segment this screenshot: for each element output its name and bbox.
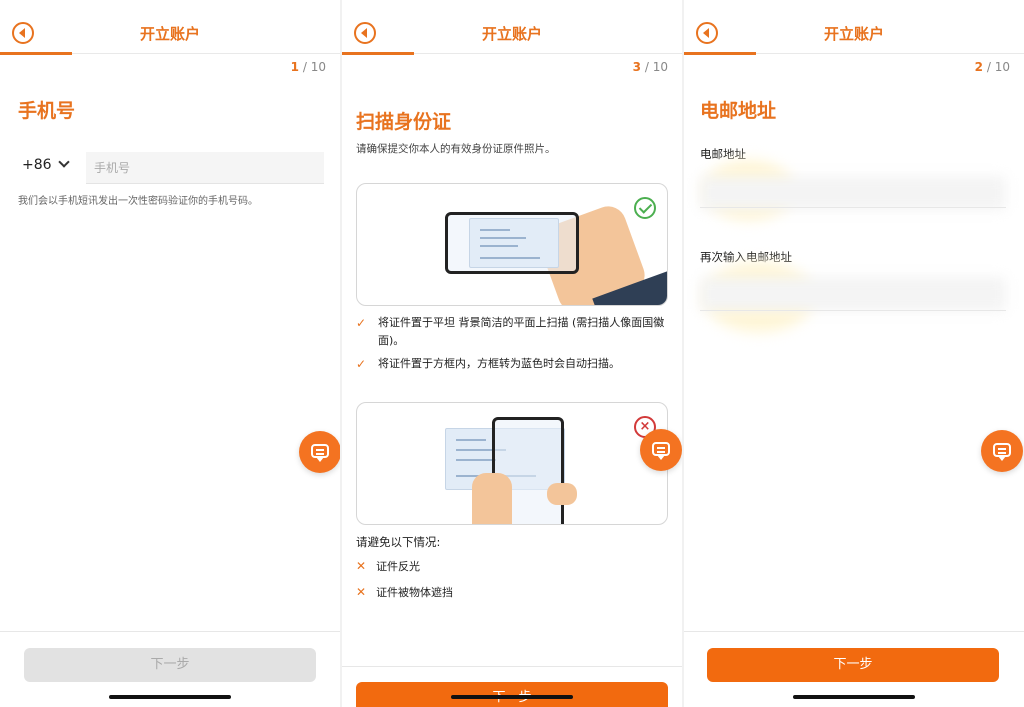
header-title: 开立账户 [481, 25, 542, 43]
cross-icon: ✕ [356, 585, 367, 599]
footer-divider [342, 666, 682, 667]
page-title: 电邮地址 [700, 100, 777, 122]
field-underline [700, 310, 1006, 311]
header-title: 开立账户 [139, 25, 200, 43]
screen-phone: 开立账户 1 / 10 手机号 +86 我们会以手机短讯发出一次性密码验证你的手… [0, 0, 340, 707]
check-icon [634, 197, 656, 219]
country-code: +86 [22, 157, 52, 173]
header-underline [342, 52, 414, 55]
next-button[interactable]: 下一步 [24, 648, 316, 682]
home-indicator [109, 695, 231, 699]
step-indicator: 3 / 10 [633, 60, 668, 74]
tip-item: ✓ 将证件置于平坦 背景简洁的平面上扫描 (需扫描人像面国徽面)。 [356, 314, 668, 350]
page-title: 手机号 [18, 100, 76, 122]
country-code-select[interactable]: +86 [22, 156, 70, 173]
chat-fab[interactable] [981, 430, 1023, 472]
home-indicator [451, 695, 573, 699]
avoid-text: 证件反光 [376, 560, 421, 573]
app-header: 开立账户 [342, 0, 682, 55]
hand-illustration [547, 483, 577, 505]
chat-fab[interactable] [640, 429, 682, 471]
step-current: 3 [632, 60, 642, 74]
check-icon: ✓ [356, 357, 367, 371]
cross-icon: ✕ [356, 559, 367, 573]
check-icon: ✓ [356, 316, 367, 330]
app-header: 开立账户 [684, 0, 1024, 55]
avoid-title: 请避免以下情况: [356, 535, 441, 549]
chat-bubble-icon [652, 442, 670, 460]
chat-fab[interactable] [299, 431, 340, 473]
phone-hint: 我们会以手机短讯发出一次性密码验证你的手机号码。 [18, 196, 258, 207]
header-underline [0, 52, 72, 55]
step-indicator: 2 / 10 [975, 60, 1010, 74]
header-underline [684, 52, 756, 55]
home-indicator [793, 695, 915, 699]
good-example-illustration [356, 183, 668, 306]
page-title: 扫描身份证 [356, 111, 452, 133]
screen-id-scan: 开立账户 3 / 10 扫描身份证 请确保提交你本人的有效身份证原件照片。 ✓ … [342, 0, 682, 707]
tip-text: 将证件置于平坦 背景简洁的平面上扫描 (需扫描人像面国徽面)。 [378, 316, 665, 347]
next-button[interactable]: 下一步 [707, 648, 999, 682]
chat-bubble-icon [311, 444, 329, 462]
avoid-item: ✕ 证件被物体遮挡 [356, 584, 453, 600]
hand-illustration [472, 473, 512, 524]
avoid-item: ✕ 证件反光 [356, 558, 420, 574]
footer-divider [684, 631, 1024, 632]
step-current: 2 [974, 60, 984, 74]
screen-email: 开立账户 2 / 10 电邮地址 电邮地址 再次输入电邮地址 下一步 [684, 0, 1024, 707]
header-title: 开立账户 [823, 25, 884, 43]
page-subtitle: 请确保提交你本人的有效身份证原件照片。 [356, 143, 556, 155]
field-underline [700, 207, 1006, 208]
step-total: / 10 [302, 60, 326, 74]
phone-input[interactable] [86, 152, 324, 184]
confirm-email-field[interactable] [700, 277, 1006, 311]
avoid-text: 证件被物体遮挡 [376, 586, 454, 599]
footer-divider [0, 631, 340, 632]
step-current: 1 [290, 60, 300, 74]
step-indicator: 1 / 10 [291, 60, 326, 74]
id-card-illustration [469, 218, 559, 268]
tip-text: 将证件置于方框内，方框转为蓝色时会自动扫描。 [378, 357, 620, 370]
step-total: / 10 [986, 60, 1010, 74]
chat-bubble-icon [993, 443, 1011, 461]
tip-item: ✓ 将证件置于方框内，方框转为蓝色时会自动扫描。 [356, 355, 668, 373]
email-field[interactable] [700, 176, 1006, 210]
step-total: / 10 [644, 60, 668, 74]
app-header: 开立账户 [0, 0, 340, 55]
chevron-down-icon [57, 156, 70, 168]
bad-example-illustration: × [356, 402, 668, 525]
